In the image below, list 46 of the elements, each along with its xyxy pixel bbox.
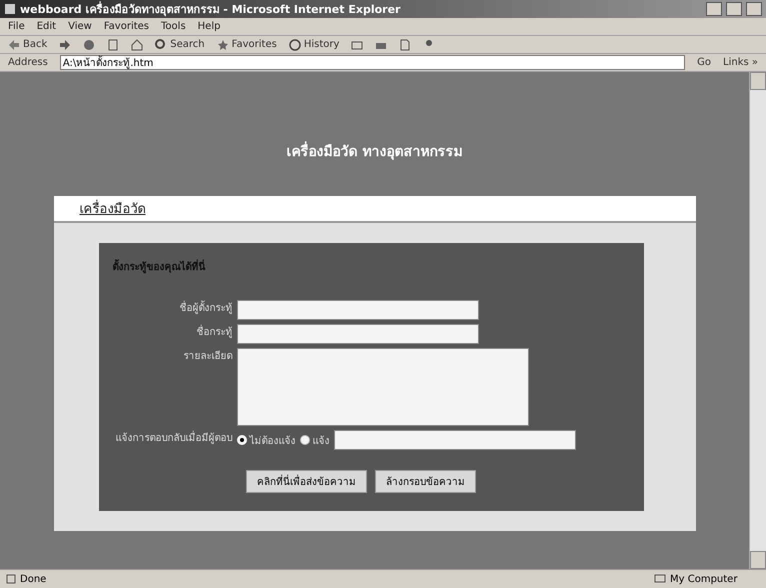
zone-text: My Computer bbox=[670, 574, 738, 584]
menu-item[interactable]: Help bbox=[198, 21, 220, 32]
submit-button[interactable]: คลิกที่นี่เพื่อส่งข้อความ bbox=[246, 470, 367, 493]
page-icon bbox=[6, 574, 16, 584]
links-button[interactable]: Links » bbox=[723, 57, 758, 68]
input-field[interactable] bbox=[236, 324, 478, 344]
field-label: แจ้งการตอบกลับเมื่อมีผู้ตอบ bbox=[112, 430, 232, 445]
mail-icon[interactable] bbox=[351, 38, 364, 50]
maximize-button[interactable] bbox=[726, 2, 742, 16]
input-field[interactable] bbox=[236, 300, 478, 320]
minimize-button[interactable] bbox=[706, 2, 722, 16]
star-icon bbox=[216, 38, 229, 50]
menu-item[interactable]: Tools bbox=[161, 21, 186, 32]
menu-item[interactable]: Favorites bbox=[104, 21, 150, 32]
address-field[interactable]: A:\หน้าตั้งกระทู้.htm bbox=[60, 55, 686, 70]
toolbar-button[interactable]: Back bbox=[8, 38, 48, 50]
status-text: Done bbox=[20, 574, 48, 584]
computer-icon bbox=[654, 574, 666, 584]
window-title: webboard เครื่องมือวัดทางอุตสาหกรรม - Microsoft Internet Explorer bbox=[20, 0, 402, 18]
document-icon[interactable] bbox=[399, 38, 412, 50]
radio-button[interactable] bbox=[300, 435, 310, 445]
browser-icon bbox=[4, 3, 16, 15]
back-arrow-icon bbox=[8, 38, 20, 50]
reset-button[interactable]: ล้างกรอบข้อความ bbox=[375, 470, 476, 493]
toolbar-button[interactable]: Favorites bbox=[216, 38, 277, 50]
go-button[interactable]: Go bbox=[697, 57, 711, 68]
home-icon[interactable] bbox=[131, 38, 144, 50]
radio-label: แจ้ง bbox=[312, 434, 330, 448]
details-field[interactable] bbox=[236, 348, 528, 426]
forward-arrow-icon[interactable] bbox=[59, 38, 72, 50]
radio-label: ไม่ต้องแจ้ง bbox=[250, 434, 296, 448]
close-button[interactable] bbox=[746, 2, 762, 16]
email-field[interactable] bbox=[334, 430, 576, 450]
menu-item[interactable]: File bbox=[8, 21, 25, 32]
menu-item[interactable]: View bbox=[68, 21, 92, 32]
section-title: เครื่องมือวัด bbox=[80, 202, 146, 217]
form-intro: ตั้งกระทู้ของคุณได้ที่นี่ bbox=[112, 259, 630, 274]
field-label: ชื่อผู้ตั้งกระทู้ bbox=[112, 300, 232, 315]
scrollbar[interactable] bbox=[749, 72, 766, 569]
toolbar-button[interactable]: Search bbox=[155, 38, 205, 50]
field-label: รายละเอียด bbox=[182, 350, 232, 363]
toolbar-button[interactable]: History bbox=[288, 38, 340, 50]
address-label: Address bbox=[8, 57, 48, 68]
menu-item[interactable]: Edit bbox=[36, 21, 56, 32]
field-label: ชื่อกระทู้ bbox=[112, 324, 232, 339]
page-heading: เครื่องมือวัด ทางอุตสาหกรรม bbox=[286, 140, 462, 162]
